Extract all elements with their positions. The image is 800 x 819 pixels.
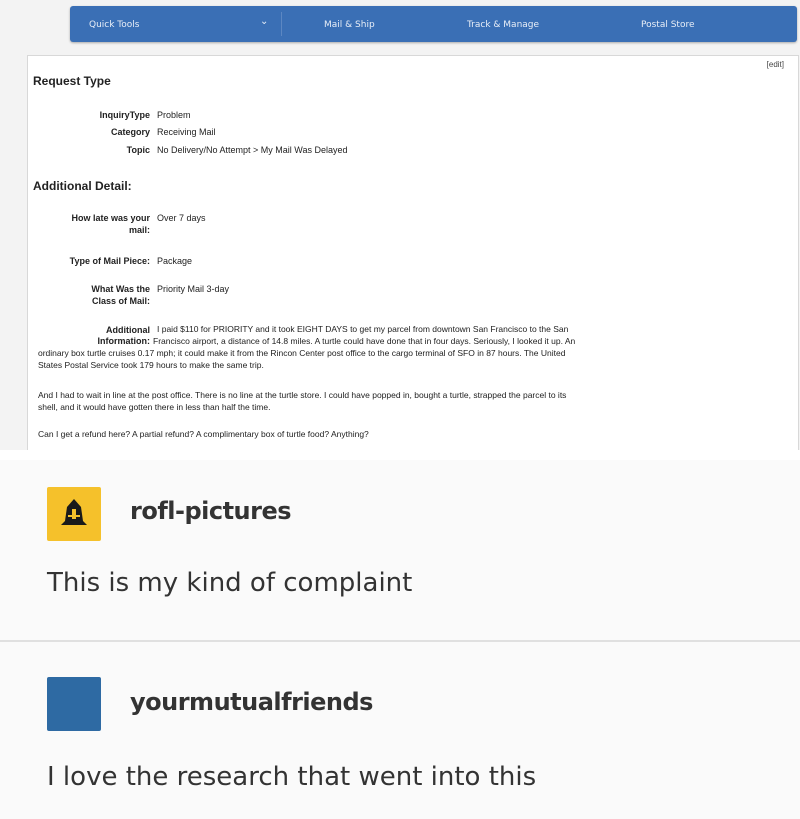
avatar[interactable] <box>47 677 101 731</box>
request-type-heading: Request Type <box>33 74 111 88</box>
nav-postal-store[interactable]: Postal Store <box>641 20 695 30</box>
nav-divider <box>281 12 282 36</box>
post-yourmutualfriends <box>0 642 800 819</box>
post-text: This is my kind of complaint <box>47 568 413 598</box>
category-value: Receiving Mail <box>157 127 216 137</box>
inquiry-type-value: Problem <box>157 110 191 120</box>
username[interactable]: rofl-pictures <box>130 497 292 525</box>
section-gap <box>0 450 800 460</box>
complaint-paragraph-line: And I had to wait in line at the post of… <box>38 390 567 400</box>
mail-class-label-2: Class of Mail: <box>91 296 150 306</box>
additional-info-line: States Postal Service took 179 hours to … <box>38 360 264 370</box>
how-late-label: How late was your <box>71 213 150 223</box>
additional-info-line: Francisco airport, a distance of 14.8 mi… <box>153 336 576 346</box>
complaint-paragraph-line: shell, and it would have gotten there in… <box>38 402 271 412</box>
username[interactable]: yourmutualfriends <box>130 688 373 716</box>
additional-info-label-2: Information: <box>97 336 151 346</box>
edit-link[interactable]: [edit] <box>767 60 784 69</box>
avatar[interactable] <box>47 487 101 541</box>
topic-value: No Delivery/No Attempt > My Mail Was Del… <box>157 145 348 155</box>
mail-class-label: What Was the <box>91 284 150 294</box>
mail-piece-label: Type of Mail Piece: <box>69 256 150 266</box>
additional-info-line: I paid $110 for PRIORITY and it took EIG… <box>157 324 569 334</box>
mail-piece-value: Package <box>157 256 193 266</box>
nav-mail-ship[interactable]: Mail & Ship <box>324 20 375 30</box>
how-late-label-2: mail: <box>128 225 150 235</box>
additional-info-label: Additional <box>106 325 150 335</box>
additional-info-line: ordinary box turtle cruises 0.17 mph; it… <box>38 348 566 358</box>
topic-label: Topic <box>126 145 150 155</box>
mail-class-value: Priority Mail 3-day <box>157 284 230 294</box>
how-late-value: Over 7 days <box>157 213 206 223</box>
request-panel: [edit] Request Type InquiryType Problem … <box>27 55 799 452</box>
nav-bar: Quick Tools ⌄ Mail & Ship Track & Manage… <box>70 6 797 42</box>
post-rofl-pictures <box>0 460 800 640</box>
nav-track-manage[interactable]: Track & Manage <box>467 20 539 30</box>
category-label: Category <box>110 127 150 137</box>
chevron-down-icon[interactable]: ⌄ <box>260 16 268 27</box>
refund-question: Can I get a refund here? A partial refun… <box>38 429 369 439</box>
nav-quick-tools[interactable]: Quick Tools <box>89 20 139 30</box>
helmet-icon <box>61 499 87 525</box>
post-text: I love the research that went into this <box>47 762 537 792</box>
inquiry-type-label: InquiryType <box>99 110 150 120</box>
additional-detail-heading: Additional Detail: <box>33 179 132 193</box>
